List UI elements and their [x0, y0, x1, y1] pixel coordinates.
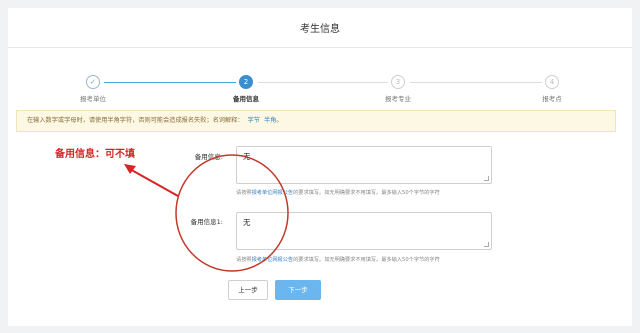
check-icon: ✓ [86, 75, 100, 89]
progress-steps: ✓ 报考单位 2 备用信息 3 报考专业 4 报考点 [8, 68, 632, 108]
step-number: 4 [545, 75, 559, 89]
step-2: 2 备用信息 [206, 68, 286, 103]
field2-value: 无 [243, 218, 251, 227]
notice-suffix: 。 [276, 117, 283, 124]
page-title: 考生信息 [8, 8, 632, 48]
step-1: ✓ 报考单位 [53, 68, 133, 103]
notice-text: 在输入数字或字母时，请使用半角字符，否则可能会造成报名失败；名词解释： [27, 117, 244, 124]
glossary-link-halfwidth[interactable]: 半角 [264, 117, 276, 124]
step-number: 2 [239, 75, 253, 89]
step-number: 3 [391, 75, 405, 89]
field2-label: 备用信息1: [190, 218, 223, 226]
announcement-link[interactable]: 报考单位网报公告 [252, 190, 294, 196]
glossary-link-byte[interactable]: 字节 [248, 117, 260, 124]
backup-info-1-field[interactable]: 无 [236, 212, 492, 250]
announcement-link[interactable]: 报考单位网报公告 [252, 257, 294, 263]
resize-handle-icon[interactable] [484, 242, 489, 247]
field1-label: 备用信息: [194, 153, 223, 161]
step-label: 报考专业 [385, 95, 411, 103]
next-button[interactable]: 下一步 [275, 280, 321, 300]
step-3: 3 报考专业 [358, 68, 438, 103]
step-label: 备用信息 [233, 95, 259, 103]
input-notice: 在输入数字或字母时，请使用半角字符，否则可能会造成报名失败；名词解释： 字节 半角。 [16, 110, 616, 132]
field1-hint: 请按照报考单位网报公告的要求填写。如无明确要求不用填写。最多输入50个字节的字符 [236, 190, 440, 196]
backup-info-field[interactable]: 无 [236, 146, 492, 184]
step-4: 4 报考点 [512, 68, 592, 103]
annotation-label: 备用信息：可不填 [55, 149, 135, 160]
resize-handle-icon[interactable] [484, 176, 489, 181]
step-label: 报考单位 [80, 95, 106, 103]
step-label: 报考点 [542, 95, 562, 103]
field1-value: 无 [243, 152, 251, 161]
prev-button[interactable]: 上一步 [228, 280, 268, 300]
field2-hint: 请按照报考单位网报公告的要求填写。如无明确要求不用填写。最多输入50个字节的字符 [236, 257, 440, 263]
